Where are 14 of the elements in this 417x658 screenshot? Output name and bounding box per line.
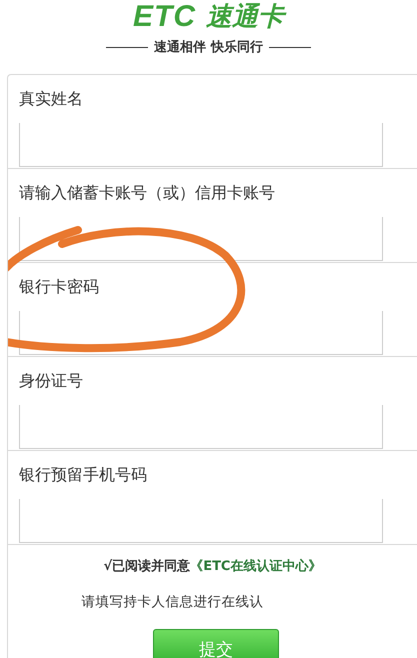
notice-text: 请填写持卡人信息进行在线认 — [80, 593, 264, 611]
logo-name: 速通卡 — [206, 0, 284, 34]
field-label: 身份证号 — [19, 371, 84, 392]
agreement-link[interactable]: 《ETC在线认证中心》 — [190, 557, 322, 575]
input-field[interactable] — [19, 123, 383, 167]
field-label: 请输入储蓄卡账号（或）信用卡账号 — [19, 183, 276, 204]
input-field[interactable] — [19, 499, 383, 543]
field-label: 银行预留手机号码 — [19, 465, 148, 486]
agreement-text: √已阅读并同意 — [104, 558, 190, 575]
field-label: 银行卡密码 — [19, 277, 100, 298]
field-label: 真实姓名 — [19, 89, 84, 110]
input-field[interactable] — [19, 405, 383, 449]
tagline: 速通相伴 快乐同行 — [154, 38, 263, 56]
logo-brand: ETC — [133, 0, 196, 34]
